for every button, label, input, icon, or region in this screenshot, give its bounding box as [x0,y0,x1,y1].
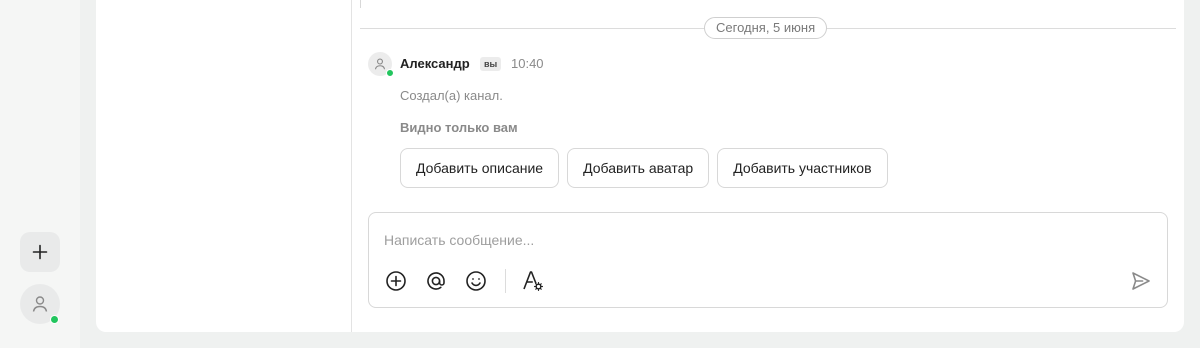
chat-area: Сегодня, 5 июня Александр вы 10:40 Созда… [353,0,1184,332]
profile-avatar[interactable] [20,284,60,324]
date-separator: Сегодня, 5 июня [704,17,828,39]
message-input[interactable] [384,232,1084,248]
divider [360,0,361,8]
you-badge: вы [480,57,502,71]
text-format-button[interactable] [521,269,545,293]
channel-list-column [96,0,352,332]
add-members-button[interactable]: Добавить участников [717,148,888,188]
visibility-note: Видно только вам [400,120,518,135]
online-status-dot [50,315,59,324]
app-rail [0,0,80,348]
toolbar-divider [505,269,506,293]
user-icon [374,58,386,70]
mention-button[interactable] [424,269,448,293]
message-text: Создал(а) канал. [400,88,503,103]
send-icon [1132,272,1150,290]
text-format-icon [523,271,543,291]
send-button[interactable] [1129,269,1153,293]
message-avatar[interactable] [368,52,394,77]
plus-icon [32,244,48,260]
add-description-button[interactable]: Добавить описание [400,148,560,188]
at-icon [427,272,445,290]
message-composer [368,212,1168,308]
emoji-button[interactable] [464,269,488,293]
add-avatar-button[interactable]: Добавить аватар [567,148,710,188]
attach-button[interactable] [384,269,408,293]
user-icon [32,296,48,312]
add-button[interactable] [20,232,60,272]
message-time: 10:40 [511,56,544,71]
main-panel: Сегодня, 5 июня Александр вы 10:40 Созда… [96,0,1184,332]
online-status-dot [386,69,394,77]
message-actions: Добавить описание Добавить аватар Добави… [400,148,888,188]
plus-circle-icon [386,271,406,291]
message-author[interactable]: Александр [400,56,470,72]
smile-icon [466,271,486,291]
